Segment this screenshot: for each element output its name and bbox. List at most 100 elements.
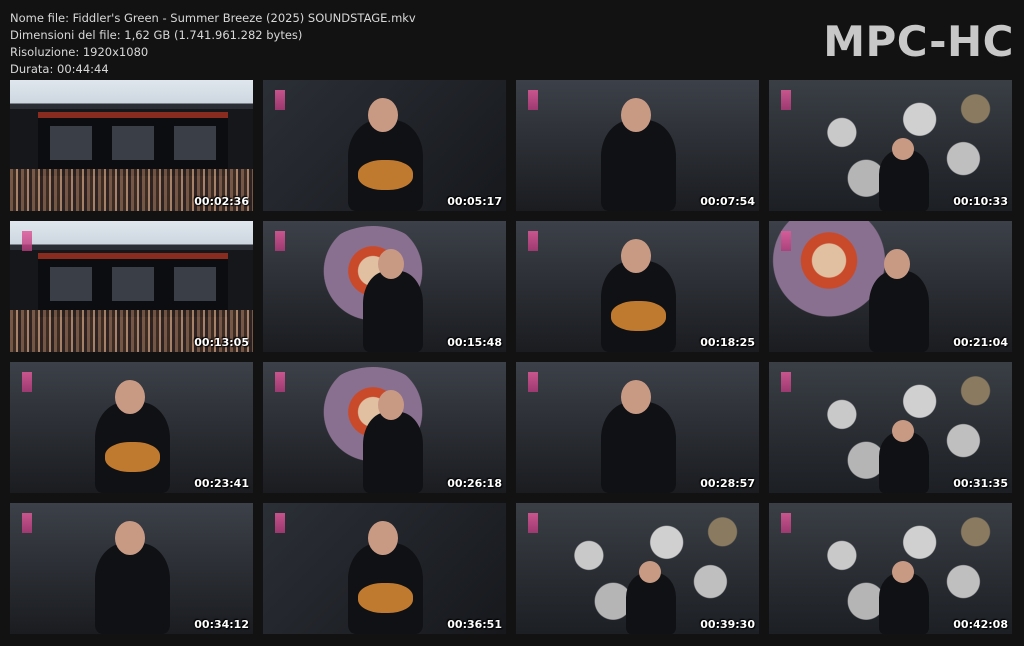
video-screen xyxy=(50,126,92,160)
video-frame-image xyxy=(769,362,1012,493)
performer xyxy=(363,412,423,493)
video-screen xyxy=(50,267,92,301)
thumbnail-frame: 00:15:48 xyxy=(263,221,506,352)
timestamp: 00:23:41 xyxy=(194,477,249,490)
timestamp: 00:42:08 xyxy=(953,618,1008,631)
thumbnail-frame: 00:18:25 xyxy=(516,221,759,352)
stage xyxy=(38,112,228,176)
performer-head xyxy=(884,249,910,279)
thumbnail-frame: 00:28:57 xyxy=(516,362,759,493)
performer xyxy=(869,271,929,352)
video-frame-image xyxy=(263,362,506,493)
video-frame-image xyxy=(263,80,506,211)
channel-logo-icon xyxy=(275,231,285,251)
thumbnail-frame: 00:34:12 xyxy=(10,503,253,634)
performer-head xyxy=(621,239,651,273)
file-name: Nome file: Fiddler's Green - Summer Bree… xyxy=(10,11,416,25)
channel-logo-icon xyxy=(275,372,285,392)
performer xyxy=(95,543,170,634)
video-frame-image xyxy=(263,503,506,634)
instrument xyxy=(358,160,413,190)
instrument xyxy=(611,301,666,331)
timestamp: 00:02:36 xyxy=(194,195,249,208)
timestamp: 00:10:33 xyxy=(953,195,1008,208)
stage xyxy=(38,253,228,317)
resolution: Risoluzione: 1920x1080 xyxy=(10,45,149,59)
video-frame-image xyxy=(769,80,1012,211)
performer-head xyxy=(115,380,145,414)
drummer-head xyxy=(892,420,914,442)
timestamp: 00:18:25 xyxy=(700,336,755,349)
video-frame-image xyxy=(516,221,759,352)
thumbnail-frame: 00:26:18 xyxy=(263,362,506,493)
performer-head xyxy=(115,521,145,555)
video-frame-image xyxy=(769,503,1012,634)
channel-logo-icon xyxy=(22,372,32,392)
timestamp: 00:36:51 xyxy=(447,618,502,631)
thumbnail-frame: 00:07:54 xyxy=(516,80,759,211)
thumbnail-frame: 00:31:35 xyxy=(769,362,1012,493)
thumbnail-grid: 00:02:36 00:05:17 00:07:54 00:10:33 00:13:05… xyxy=(10,80,1012,634)
video-frame-image xyxy=(769,221,1012,352)
channel-logo-icon xyxy=(781,513,791,533)
instrument xyxy=(105,442,160,472)
performer-head xyxy=(621,98,651,132)
video-screen xyxy=(112,126,154,160)
video-frame-image xyxy=(516,362,759,493)
channel-logo-icon xyxy=(781,231,791,251)
video-screen xyxy=(174,267,216,301)
performer xyxy=(601,120,676,211)
instrument xyxy=(358,583,413,613)
video-frame-image xyxy=(263,221,506,352)
mpc-hc-logo: MPC-HC xyxy=(823,17,1014,66)
drummer-head xyxy=(892,561,914,583)
video-frame-image xyxy=(10,362,253,493)
channel-logo-icon xyxy=(781,372,791,392)
timestamp: 00:05:17 xyxy=(447,195,502,208)
file-info: Nome file: Fiddler's Green - Summer Bree… xyxy=(10,10,416,78)
channel-logo-icon xyxy=(528,231,538,251)
thumbnail-frame: 00:02:36 xyxy=(10,80,253,211)
video-frame-image xyxy=(516,80,759,211)
channel-logo-icon xyxy=(22,513,32,533)
timestamp: 00:15:48 xyxy=(447,336,502,349)
channel-logo-icon xyxy=(275,90,285,110)
performer-head xyxy=(368,98,398,132)
channel-logo-icon xyxy=(528,513,538,533)
channel-logo-icon xyxy=(528,372,538,392)
video-screen xyxy=(112,267,154,301)
channel-logo-icon xyxy=(528,90,538,110)
duration: Durata: 00:44:44 xyxy=(10,62,109,76)
thumbnail-frame: 00:13:05 xyxy=(10,221,253,352)
timestamp: 00:34:12 xyxy=(194,618,249,631)
timestamp: 00:28:57 xyxy=(700,477,755,490)
timestamp: 00:31:35 xyxy=(953,477,1008,490)
video-frame-image xyxy=(516,503,759,634)
performer-head xyxy=(378,249,404,279)
drummer-head xyxy=(892,138,914,160)
timestamp: 00:26:18 xyxy=(447,477,502,490)
thumbnail-frame: 00:39:30 xyxy=(516,503,759,634)
thumbnail-frame: 00:05:17 xyxy=(263,80,506,211)
timestamp: 00:39:30 xyxy=(700,618,755,631)
thumbnail-frame: 00:10:33 xyxy=(769,80,1012,211)
drummer-head xyxy=(639,561,661,583)
video-screen xyxy=(174,126,216,160)
channel-logo-icon xyxy=(22,231,32,251)
thumbnail-frame: 00:42:08 xyxy=(769,503,1012,634)
timestamp: 00:07:54 xyxy=(700,195,755,208)
performer-head xyxy=(378,390,404,420)
channel-logo-icon xyxy=(275,513,285,533)
performer xyxy=(601,402,676,493)
timestamp: 00:21:04 xyxy=(953,336,1008,349)
performer xyxy=(363,271,423,352)
timestamp: 00:13:05 xyxy=(194,336,249,349)
video-frame-image xyxy=(10,221,253,352)
video-frame-image xyxy=(10,80,253,211)
thumbnail-frame: 00:23:41 xyxy=(10,362,253,493)
performer-head xyxy=(368,521,398,555)
thumbnail-frame: 00:36:51 xyxy=(263,503,506,634)
channel-logo-icon xyxy=(781,90,791,110)
video-frame-image xyxy=(10,503,253,634)
performer-head xyxy=(621,380,651,414)
